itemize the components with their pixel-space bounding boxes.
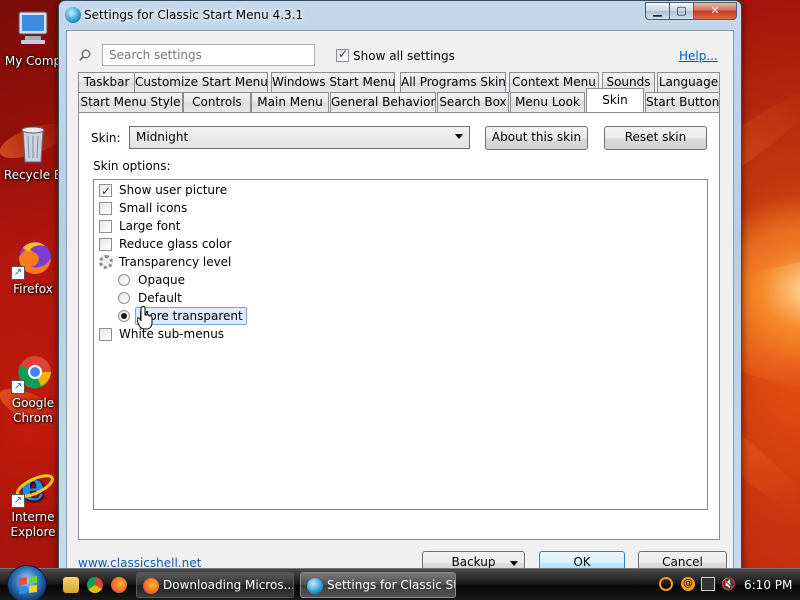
chevron-down-icon [455,134,463,139]
skin-tab-panel: Skin: Midnight About this skin Reset ski… [78,112,720,540]
taskbar-item-label: Downloading Micros... [163,578,294,592]
tab-all-programs-skin[interactable]: All Programs Skin [400,72,506,92]
taskbar-item-firefox-download[interactable]: Downloading Micros... [136,572,294,598]
desktop-icon-label: Recycle B [3,168,63,182]
shortcut-arrow-icon: ↗ [11,494,25,508]
recycle-bin-icon [11,122,55,166]
option-label: Default [138,291,182,305]
reset-skin-button[interactable]: Reset skin [604,126,707,150]
chrome-icon: ↗ [11,350,55,394]
skin-options-list: Show user picture Small icons Large font… [93,179,708,510]
desktop-icon-label: Interne Explore [10,510,56,539]
desktop-icon-internet-explorer[interactable]: e ↗ Interne Explore [0,464,66,540]
start-button[interactable] [7,565,47,600]
option-label: Large font [119,219,181,233]
taskbar-item-classic-shell-settings[interactable]: Settings for Classic St... [300,572,456,598]
folder-icon[interactable] [63,577,79,593]
tab-search-box[interactable]: Search Box [437,92,509,112]
firefox-icon[interactable] [111,577,127,593]
firefox-icon: ↗ [11,236,55,280]
window-title: Settings for Classic Start Menu 4.3.1 [84,8,304,22]
gear-icon [99,255,113,269]
tab-customize-start-menu[interactable]: Customize Start Menu [134,72,268,92]
skin-dropdown[interactable]: Midnight [129,126,470,149]
checkbox[interactable] [99,328,112,341]
checkbox[interactable] [99,202,112,215]
maximize-button[interactable]: ▢ [669,2,694,20]
tab-start-menu-style[interactable]: Start Menu Style [78,92,183,112]
taskbar-item-label: Settings for Classic St... [327,578,456,592]
close-button[interactable]: ✕ [693,2,737,20]
checkbox[interactable] [99,238,112,251]
search-icon[interactable] [659,577,673,591]
chevron-down-icon [510,561,518,566]
minimize-button[interactable]: ▁ [645,2,670,20]
backup-button-label: Backup [451,555,496,569]
checkbox[interactable] [99,220,112,233]
option-label: Reduce glass color [119,237,232,251]
tab-start-button[interactable]: Start Button [645,92,720,112]
desktop-icon-recycle-bin[interactable]: Recycle B [0,122,66,183]
option-label: Transparency level [119,255,232,269]
skin-label: Skin: [91,131,121,145]
chrome-icon[interactable] [87,577,103,593]
tab-skin[interactable]: Skin [586,88,644,112]
skin-options-label: Skin options: [93,159,171,173]
tab-main-menu[interactable]: Main Menu [251,92,329,112]
windows-logo-icon [19,576,37,594]
option-label: Opaque [138,273,186,287]
network-icon[interactable] [701,577,715,591]
search-icon [79,49,91,61]
tab-menu-look[interactable]: Menu Look [510,92,585,112]
tab-taskbar[interactable]: Taskbar [78,72,135,92]
hand-cursor-icon [137,306,153,330]
help-link[interactable]: Help... [679,49,718,63]
show-all-settings-checkbox[interactable] [336,47,349,62]
option-label: Small icons [119,201,188,215]
skin-dropdown-value: Midnight [136,130,189,144]
classic-shell-icon [307,578,323,594]
dialog-client-area: Show all settings Help... Taskbar Custom… [66,30,734,581]
tab-language[interactable]: Language [657,72,720,92]
classic-shell-icon [65,7,81,23]
desktop-icon-label: Firefox [13,282,53,296]
shortcut-arrow-icon: ↗ [11,266,25,280]
tab-windows-start-menu[interactable]: Windows Start Menu [271,72,395,92]
internet-explorer-icon: e ↗ [11,464,55,509]
desktop-icon-label: My Comp [4,54,62,68]
radio-button[interactable] [118,292,130,304]
title-bar[interactable]: Settings for Classic Start Menu 4.3.1 ▁ … [59,1,741,29]
desktop-icon-chrome[interactable]: ↗ Google Chrom [0,350,66,426]
notification-icon[interactable]: @ [681,577,695,591]
radio-button[interactable] [118,274,130,286]
firefox-icon [143,578,159,594]
about-skin-button[interactable]: About this skin [485,126,588,150]
checkbox[interactable] [99,182,112,200]
taskbar: Downloading Micros... Settings for Class… [0,565,800,600]
search-input[interactable] [102,44,315,66]
tab-controls[interactable]: Controls [183,92,251,112]
volume-muted-icon[interactable]: 🔇 [721,577,736,591]
option-label: Show user picture [119,183,228,197]
desktop-icon-my-computer[interactable]: My Comp [0,8,66,69]
shortcut-arrow-icon: ↗ [11,380,25,394]
settings-window: Settings for Classic Start Menu 4.3.1 ▁ … [58,0,742,581]
option-label: White sub-menus [119,327,225,341]
tab-general-behavior[interactable]: General Behavior [330,92,436,112]
desktop-icon-firefox[interactable]: ↗ Firefox [0,236,66,297]
desktop-icon-label: Google Chrom [11,396,55,425]
computer-icon [11,8,55,52]
clock[interactable]: 6:10 PM [744,578,792,592]
show-all-settings-label: Show all settings [353,49,455,63]
radio-button[interactable] [118,310,130,322]
